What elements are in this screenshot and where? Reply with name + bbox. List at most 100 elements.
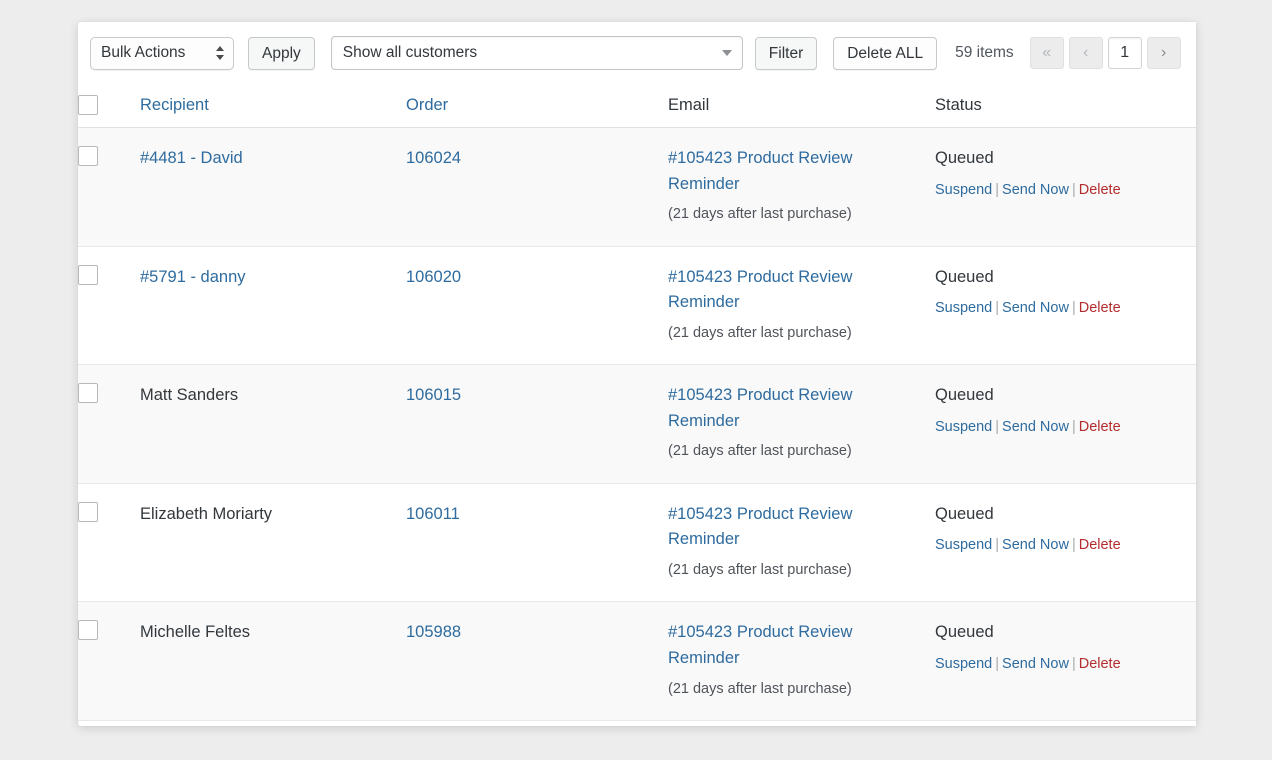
email-cell: #105423 Product Review Reminder (21 days … [668, 365, 935, 484]
table-row: Thomas Hewitt105709#105423 Product Revie… [78, 720, 1196, 726]
status-header-label: Status [935, 95, 982, 114]
first-page-button: « [1029, 37, 1064, 69]
email-header: Email [668, 84, 935, 128]
suspend-action[interactable]: Suspend [935, 656, 992, 672]
recipient-cell: #4481 - David [140, 128, 406, 247]
order-cell: 106015 [406, 365, 668, 484]
recipient-link[interactable]: #4481 - David [140, 149, 243, 167]
suspend-action[interactable]: Suspend [935, 419, 992, 435]
row-checkbox[interactable] [78, 264, 98, 285]
row-actions: Suspend | Send Now | Delete [935, 416, 1186, 438]
row-actions: Suspend | Send Now | Delete [935, 653, 1186, 675]
apply-button[interactable]: Apply [248, 36, 315, 70]
row-checkbox[interactable] [78, 383, 98, 404]
status-badge: Queued [935, 623, 994, 642]
email-cell: #105423 Product Review Reminder(21 days … [668, 720, 935, 726]
email-schedule-note: (21 days after last purchase) [668, 680, 852, 697]
table-row: Elizabeth Moriarty 106011 #105423 Product … [78, 483, 1196, 602]
email-title-link[interactable]: #105423 Product Review Reminder [668, 265, 925, 316]
row-actions: Suspend | Send Now | Delete [935, 297, 1186, 319]
delete-action[interactable]: Delete [1079, 656, 1121, 672]
recipient-cell: Elizabeth Moriarty [140, 483, 406, 602]
email-schedule-note: (21 days after last purchase) [668, 443, 852, 460]
customer-filter-value: Show all customers [342, 44, 478, 61]
order-link[interactable]: 106024 [406, 149, 461, 167]
table-row: Michelle Feltes 105988 #105423 Product Rev… [78, 601, 1196, 721]
email-title-link[interactable]: #105423 Product Review Reminder [668, 620, 925, 671]
table-body: #4481 - David 106024 #105423 Product Revie… [78, 127, 1196, 726]
order-link[interactable]: 105988 [406, 623, 461, 641]
bulk-actions-label: Bulk Actions [101, 44, 186, 61]
send-now-action[interactable]: Send Now [1002, 656, 1069, 672]
action-separator: | [1071, 181, 1076, 198]
email-cell: #105423 Product Review Reminder(21 days … [668, 483, 935, 602]
email-title-link[interactable]: #105423 Product Review Reminder [668, 146, 925, 197]
recipient-cell: Michelle Feltes [140, 602, 406, 721]
status-badge: Queued [935, 504, 994, 523]
action-separator: | [995, 655, 1000, 672]
status-cell: QueuedSuspend|Send Now|Delete [935, 128, 1196, 247]
delete-action[interactable]: Delete [1079, 300, 1121, 316]
row-select-cell [78, 483, 140, 602]
order-link[interactable]: 106020 [406, 268, 461, 286]
chevron-down-icon [721, 50, 732, 56]
email-schedule-note: (21 days after last purchase) [668, 324, 852, 341]
action-separator: | [1071, 418, 1076, 435]
action-separator: | [1071, 537, 1076, 554]
send-now-action[interactable]: Send Now [1002, 300, 1069, 316]
row-select-cell [78, 720, 140, 726]
action-separator: | [1071, 655, 1076, 672]
email-queue-card: Bulk Actions Apply Show all customers Fi… [78, 22, 1196, 726]
action-separator: | [995, 537, 1000, 554]
order-link[interactable]: 106015 [406, 386, 461, 404]
table-toolbar: Bulk Actions Apply Show all customers Fi… [78, 22, 1196, 84]
recipient-cell: #5791 - danny [140, 246, 406, 365]
customer-filter-select[interactable]: Show all customers [330, 36, 743, 70]
row-actions: Suspend | Send Now | Delete [935, 534, 1186, 556]
pagination: « ‹ 1 › [1029, 37, 1181, 69]
delete-action[interactable]: Delete [1079, 419, 1121, 435]
order-cell: 106011 [406, 483, 668, 602]
order-cell: 105709 [406, 720, 668, 726]
filter-button[interactable]: Filter [754, 36, 818, 70]
order-link[interactable]: 106011 [406, 505, 460, 523]
suspend-action[interactable]: Suspend [935, 300, 992, 316]
delete-all-button[interactable]: Delete ALL [833, 36, 938, 70]
order-cell: 106020 [406, 246, 668, 365]
row-checkbox[interactable] [78, 146, 98, 166]
select-all-header [78, 84, 140, 128]
action-separator: | [995, 181, 1000, 198]
email-title-link[interactable]: #105423 Product Review Reminder [668, 383, 925, 434]
recipient-link[interactable]: #5791 - danny [140, 268, 246, 286]
action-separator: | [995, 418, 1000, 435]
send-now-action[interactable]: Send Now [1002, 419, 1069, 435]
order-cell: 105988 [406, 602, 668, 721]
suspend-action[interactable]: Suspend [935, 537, 992, 553]
next-page-button[interactable]: › [1146, 37, 1181, 69]
previous-page-button: ‹ [1068, 37, 1103, 69]
row-checkbox[interactable] [78, 620, 98, 641]
bulk-actions-select[interactable]: Bulk Actions [90, 36, 234, 70]
order-cell: 106024 [406, 128, 668, 247]
row-select-cell [78, 246, 140, 365]
table-row: #5791 - danny 106020 #105423 Product Revie… [78, 246, 1196, 365]
action-separator: | [1071, 300, 1076, 317]
items-count: 59 items [955, 44, 1014, 61]
delete-action[interactable]: Delete [1079, 182, 1121, 198]
current-page-input[interactable]: 1 [1107, 37, 1142, 69]
status-cell: QueuedSuspend|Send Now|Delete [935, 365, 1196, 484]
recipient-name: Michelle Feltes [140, 623, 251, 642]
row-checkbox[interactable] [78, 501, 98, 522]
order-header[interactable]: Order [406, 84, 668, 128]
status-cell: QueuedSuspend|Send Now|Delete [935, 602, 1196, 721]
send-now-action[interactable]: Send Now [1002, 182, 1069, 198]
delete-action[interactable]: Delete [1079, 537, 1121, 553]
recipient-header[interactable]: Recipient [140, 84, 406, 128]
email-title-link[interactable]: #105423 Product Review Reminder [668, 502, 925, 553]
select-all-checkbox[interactable] [78, 95, 98, 115]
send-now-action[interactable]: Send Now [1002, 537, 1069, 553]
recipient-name: Matt Sanders [140, 386, 239, 405]
recipient-header-label: Recipient [140, 95, 209, 114]
email-schedule-note: (21 days after last purchase) [668, 206, 852, 223]
suspend-action[interactable]: Suspend [935, 182, 992, 198]
